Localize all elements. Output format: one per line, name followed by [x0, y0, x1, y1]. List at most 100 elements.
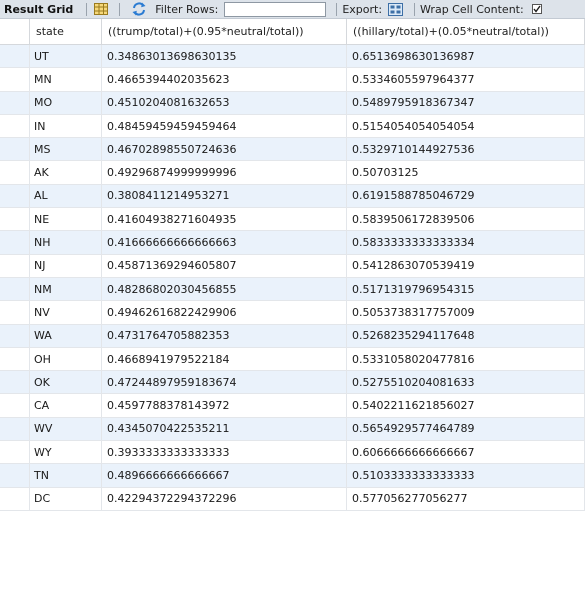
cell-hillary-share[interactable]: 0.5833333333333334 [347, 231, 585, 254]
cell-state[interactable]: NM [30, 277, 102, 301]
table-row[interactable]: NV 0.49462616822429906 0.5053738317757009 [0, 301, 585, 325]
table-row[interactable]: MO 0.4510204081632653 0.5489795918367347 [0, 91, 585, 115]
row-header[interactable] [0, 394, 30, 417]
cell-trump-share[interactable]: 0.49296874999999996 [102, 161, 347, 184]
cell-trump-share[interactable]: 0.41604938271604935 [102, 208, 347, 231]
row-header[interactable] [0, 301, 30, 324]
cell-trump-share[interactable]: 0.45871369294605807 [102, 254, 347, 277]
table-row[interactable]: UT 0.34863013698630135 0.6513698630136987 [0, 45, 585, 69]
cell-hillary-share[interactable]: 0.5053738317757009 [347, 301, 585, 324]
row-header[interactable] [0, 68, 30, 91]
table-row[interactable]: DC 0.42294372294372296 0.577056277056277 [0, 487, 585, 511]
row-header[interactable] [0, 371, 30, 394]
table-row[interactable]: MS 0.46702898550724636 0.5329710144927536 [0, 138, 585, 162]
cell-state[interactable]: TN [30, 464, 102, 487]
cell-trump-share[interactable]: 0.3808411214953271 [102, 184, 347, 208]
cell-state[interactable]: WY [30, 441, 102, 464]
result-grid-tab[interactable]: Result Grid [0, 3, 81, 16]
cell-trump-share[interactable]: 0.3933333333333333 [102, 441, 347, 464]
table-row[interactable]: OH 0.4668941979522184 0.5331058020477816 [0, 347, 585, 372]
cell-hillary-share[interactable]: 0.5329710144927536 [347, 138, 585, 161]
cell-trump-share[interactable]: 0.4668941979522184 [102, 347, 347, 371]
cell-hillary-share[interactable]: 0.5412863070539419 [347, 254, 585, 277]
cell-state[interactable]: MN [30, 68, 102, 91]
cell-trump-share[interactable]: 0.4665394402035623 [102, 68, 347, 91]
cell-hillary-share[interactable]: 0.6066666666666667 [347, 441, 585, 464]
cell-hillary-share[interactable]: 0.5334605597964377 [347, 68, 585, 91]
cell-hillary-share[interactable]: 0.5171319796954315 [347, 277, 585, 301]
cell-state[interactable]: OH [30, 347, 102, 371]
table-row[interactable]: NH 0.41666666666666663 0.5833333333333334 [0, 231, 585, 255]
cell-trump-share[interactable]: 0.4731764705882353 [102, 324, 347, 347]
table-row[interactable]: CA 0.4597788378143972 0.5402211621856027 [0, 394, 585, 418]
row-header[interactable] [0, 45, 30, 68]
refresh-icon[interactable] [131, 2, 147, 16]
cell-state[interactable]: IN [30, 114, 102, 138]
cell-state[interactable]: WV [30, 417, 102, 441]
row-header[interactable] [0, 91, 30, 114]
cell-trump-share[interactable]: 0.47244897959183674 [102, 371, 347, 394]
cell-hillary-share[interactable]: 0.5839506172839506 [347, 208, 585, 231]
row-header[interactable] [0, 464, 30, 487]
column-header-trump-share[interactable]: ((trump/total)+(0.95*neutral/total)) [102, 19, 347, 44]
row-header[interactable] [0, 487, 30, 510]
cell-hillary-share[interactable]: 0.577056277056277 [347, 487, 585, 510]
cell-trump-share[interactable]: 0.34863013698630135 [102, 45, 347, 68]
cell-state[interactable]: NV [30, 301, 102, 324]
row-header[interactable] [0, 184, 30, 208]
table-row[interactable]: WY 0.3933333333333333 0.6066666666666667 [0, 441, 585, 465]
row-header[interactable] [0, 114, 30, 138]
column-header-hillary-share[interactable]: ((hillary/total)+(0.05*neutral/total)) [347, 19, 585, 44]
cell-hillary-share[interactable]: 0.5654929577464789 [347, 417, 585, 441]
cell-state[interactable]: NH [30, 231, 102, 254]
cell-state[interactable]: NJ [30, 254, 102, 277]
cell-hillary-share[interactable]: 0.5402211621856027 [347, 394, 585, 417]
cell-state[interactable]: MO [30, 91, 102, 114]
cell-hillary-share[interactable]: 0.5489795918367347 [347, 91, 585, 114]
cell-state[interactable]: MS [30, 138, 102, 161]
cell-trump-share[interactable]: 0.48459459459459464 [102, 114, 347, 138]
row-header[interactable] [0, 138, 30, 161]
table-row[interactable]: WV 0.4345070422535211 0.5654929577464789 [0, 417, 585, 442]
table-row[interactable]: NM 0.48286802030456855 0.5171319796954315 [0, 277, 585, 302]
cell-state[interactable]: UT [30, 45, 102, 68]
column-header-state[interactable]: state [30, 19, 102, 44]
export-icon[interactable] [388, 2, 404, 16]
row-header[interactable] [0, 417, 30, 441]
filter-rows-input[interactable] [224, 1, 327, 17]
cell-trump-share[interactable]: 0.4510204081632653 [102, 91, 347, 114]
row-header[interactable] [0, 161, 30, 184]
cell-state[interactable]: AK [30, 161, 102, 184]
cell-hillary-share[interactable]: 0.50703125 [347, 161, 585, 184]
wrap-check-icon[interactable] [531, 4, 542, 14]
cell-state[interactable]: OK [30, 371, 102, 394]
row-header[interactable] [0, 208, 30, 231]
table-row[interactable]: TN 0.4896666666666667 0.5103333333333333 [0, 464, 585, 488]
row-header[interactable] [0, 231, 30, 254]
cell-hillary-share[interactable]: 0.5331058020477816 [347, 347, 585, 371]
cell-state[interactable]: AL [30, 184, 102, 208]
cell-trump-share[interactable]: 0.4896666666666667 [102, 464, 347, 487]
cell-trump-share[interactable]: 0.46702898550724636 [102, 138, 347, 161]
cell-hillary-share[interactable]: 0.5103333333333333 [347, 464, 585, 487]
row-header[interactable] [0, 324, 30, 347]
cell-trump-share[interactable]: 0.42294372294372296 [102, 487, 347, 510]
cell-state[interactable]: WA [30, 324, 102, 347]
cell-trump-share[interactable]: 0.48286802030456855 [102, 277, 347, 301]
cell-trump-share[interactable]: 0.49462616822429906 [102, 301, 347, 324]
row-header[interactable] [0, 254, 30, 277]
cell-trump-share[interactable]: 0.4597788378143972 [102, 394, 347, 417]
row-header[interactable] [0, 277, 30, 301]
table-row[interactable]: WA 0.4731764705882353 0.5268235294117648 [0, 324, 585, 348]
result-grid-icon[interactable] [94, 3, 109, 15]
cell-trump-share[interactable]: 0.41666666666666663 [102, 231, 347, 254]
cell-hillary-share[interactable]: 0.6513698630136987 [347, 45, 585, 68]
cell-hillary-share[interactable]: 0.5268235294117648 [347, 324, 585, 347]
table-row[interactable]: AL 0.3808411214953271 0.6191588785046729 [0, 184, 585, 209]
cell-hillary-share[interactable]: 0.6191588785046729 [347, 184, 585, 208]
cell-trump-share[interactable]: 0.4345070422535211 [102, 417, 347, 441]
cell-state[interactable]: CA [30, 394, 102, 417]
table-row[interactable]: IN 0.48459459459459464 0.5154054054054054 [0, 114, 585, 139]
cell-hillary-share[interactable]: 0.5275510204081633 [347, 371, 585, 394]
table-row[interactable]: OK 0.47244897959183674 0.5275510204081633 [0, 371, 585, 395]
